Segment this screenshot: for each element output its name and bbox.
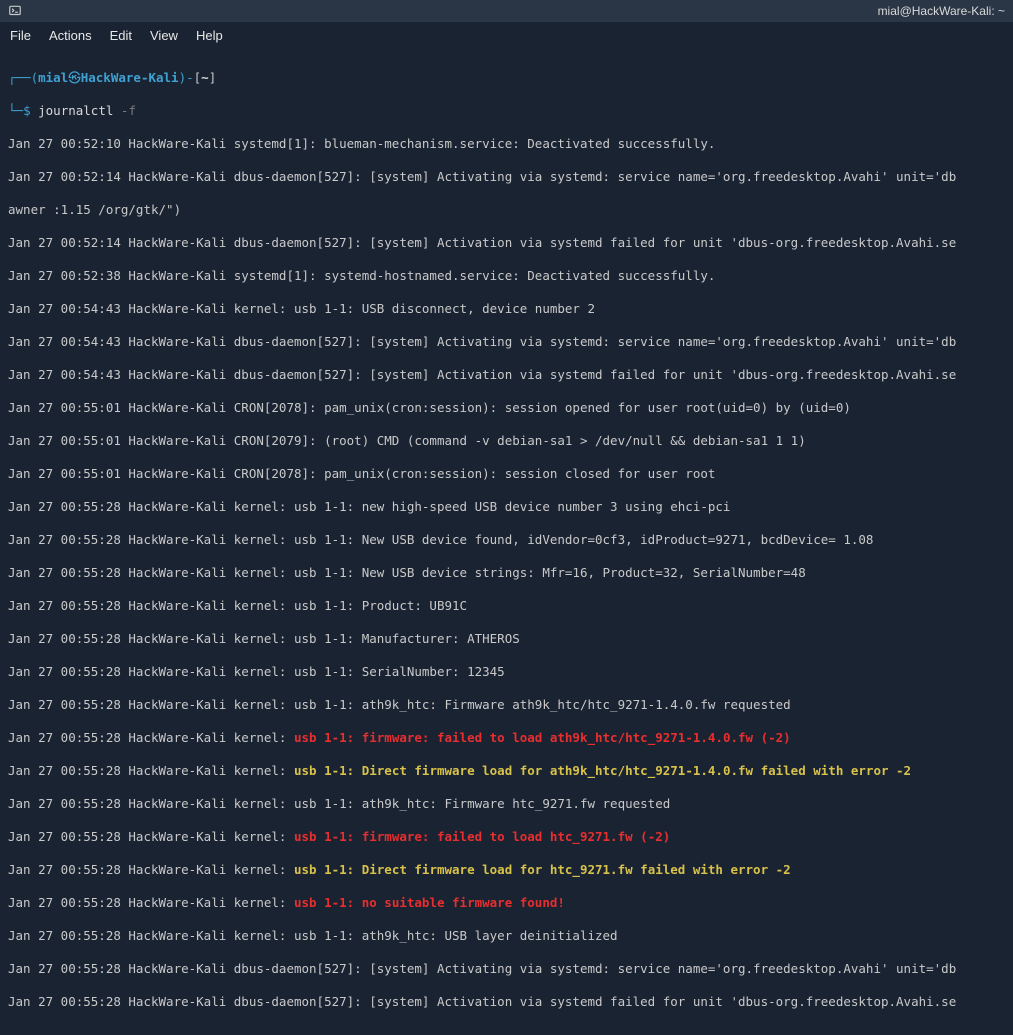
log-line: Jan 27 00:55:28 HackWare-Kali kernel: us… — [8, 532, 1005, 549]
window-titlebar: mial@HackWare-Kali: ~ — [0, 0, 1013, 22]
menu-edit[interactable]: Edit — [110, 28, 132, 43]
menu-file[interactable]: File — [10, 28, 31, 43]
prompt-line-1: ┌──(mial㉿HackWare-Kali)-[~] — [8, 70, 1005, 87]
log-line: Jan 27 00:55:28 HackWare-Kali kernel: us… — [8, 598, 1005, 615]
menubar: File Actions Edit View Help — [0, 22, 1013, 51]
log-line: Jan 27 00:55:28 HackWare-Kali kernel: us… — [8, 631, 1005, 648]
log-line: Jan 27 00:54:43 HackWare-Kali kernel: us… — [8, 301, 1005, 318]
log-prefix: Jan 27 00:55:28 HackWare-Kali kernel: — [8, 763, 294, 778]
log-line: Jan 27 00:55:01 HackWare-Kali CRON[2078]… — [8, 466, 1005, 483]
log-line: Jan 27 00:55:28 HackWare-Kali kernel: us… — [8, 697, 1005, 714]
warn-text: usb 1-1: Direct firmware load for ath9k_… — [294, 763, 911, 778]
log-line: Jan 27 00:55:28 HackWare-Kali kernel: us… — [8, 565, 1005, 582]
log-line: Jan 27 00:55:01 HackWare-Kali CRON[2079]… — [8, 433, 1005, 450]
log-line: Jan 27 00:52:14 HackWare-Kali dbus-daemo… — [8, 235, 1005, 252]
log-prefix: Jan 27 00:55:28 HackWare-Kali kernel: — [8, 862, 294, 877]
error-text: usb 1-1: firmware: failed to load ath9k_… — [294, 730, 791, 745]
log-line: Jan 27 00:55:28 HackWare-Kali dbus-daemo… — [8, 994, 1005, 1011]
command-text: journalctl — [38, 103, 113, 118]
app-logo-icon — [8, 4, 22, 18]
menu-help[interactable]: Help — [196, 28, 223, 43]
log-line-error: Jan 27 00:55:28 HackWare-Kali kernel: us… — [8, 730, 1005, 747]
prompt-line-2: └─$ journalctl -f — [8, 103, 1005, 120]
command-flag: -f — [121, 103, 136, 118]
prompt-corner2-icon: └─ — [8, 103, 23, 118]
titlebar-left — [8, 4, 22, 18]
log-line-error: Jan 27 00:55:28 HackWare-Kali kernel: us… — [8, 895, 1005, 912]
log-line-warn: Jan 27 00:55:28 HackWare-Kali kernel: us… — [8, 763, 1005, 780]
prompt-user: mial — [38, 70, 68, 85]
log-line: Jan 27 00:55:28 HackWare-Kali dbus-daemo… — [8, 961, 1005, 978]
menu-actions[interactable]: Actions — [49, 28, 92, 43]
error-text: usb 1-1: firmware: failed to load htc_92… — [294, 829, 670, 844]
log-line: Jan 27 00:52:38 HackWare-Kali systemd[1]… — [8, 268, 1005, 285]
log-line: Jan 27 00:55:01 HackWare-Kali CRON[2078]… — [8, 400, 1005, 417]
log-line: Jan 27 00:52:14 HackWare-Kali dbus-daemo… — [8, 169, 1005, 186]
terminal-output[interactable]: ┌──(mial㉿HackWare-Kali)-[~] └─$ journalc… — [0, 51, 1013, 1035]
error-text: usb 1-1: no suitable firmware found! — [294, 895, 565, 910]
prompt-dash: - — [186, 70, 194, 85]
log-line: Jan 27 00:55:28 HackWare-Kali kernel: us… — [8, 796, 1005, 813]
log-line: Jan 27 00:52:10 HackWare-Kali systemd[1]… — [8, 136, 1005, 153]
log-line: Jan 27 00:55:28 HackWare-Kali kernel: us… — [8, 664, 1005, 681]
window-title: mial@HackWare-Kali: ~ — [878, 4, 1005, 18]
log-line: awner :1.15 /org/gtk/") — [8, 202, 1005, 219]
log-line: Jan 27 00:54:43 HackWare-Kali dbus-daemo… — [8, 334, 1005, 351]
prompt-rbracket: ] — [209, 70, 217, 85]
prompt-open-paren: ( — [31, 70, 39, 85]
prompt-corner-icon: ┌── — [8, 70, 31, 85]
prompt-host: HackWare-Kali — [81, 70, 179, 85]
prompt-cwd: ~ — [201, 70, 209, 85]
skull-icon: ㉿ — [68, 70, 81, 85]
warn-text: usb 1-1: Direct firmware load for htc_92… — [294, 862, 791, 877]
log-line: Jan 27 00:54:43 HackWare-Kali dbus-daemo… — [8, 367, 1005, 384]
menu-view[interactable]: View — [150, 28, 178, 43]
prompt-close-paren: ) — [179, 70, 187, 85]
log-prefix: Jan 27 00:55:28 HackWare-Kali kernel: — [8, 895, 294, 910]
log-line-error: Jan 27 00:55:28 HackWare-Kali kernel: us… — [8, 829, 1005, 846]
log-line-warn: Jan 27 00:55:28 HackWare-Kali kernel: us… — [8, 862, 1005, 879]
log-prefix: Jan 27 00:55:28 HackWare-Kali kernel: — [8, 829, 294, 844]
log-line: Jan 27 00:55:28 HackWare-Kali kernel: us… — [8, 928, 1005, 945]
log-prefix: Jan 27 00:55:28 HackWare-Kali kernel: — [8, 730, 294, 745]
log-line: Jan 27 00:55:28 HackWare-Kali kernel: us… — [8, 499, 1005, 516]
prompt-dollar: $ — [23, 103, 31, 118]
